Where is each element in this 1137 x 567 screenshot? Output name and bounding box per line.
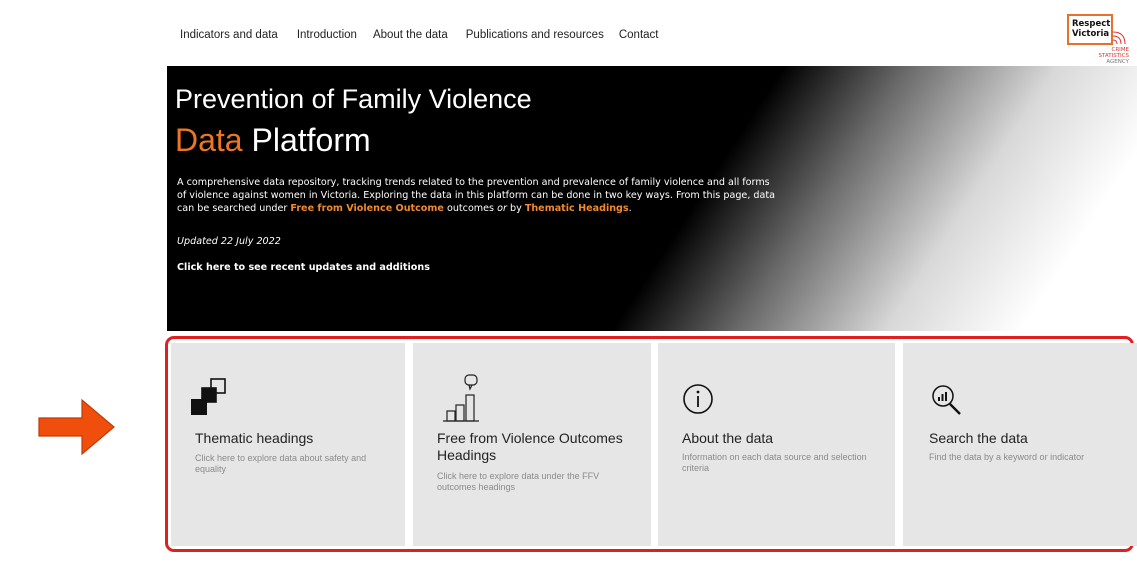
- nav-about-the-data[interactable]: About the data: [373, 29, 448, 41]
- card-description: Click here to explore data under the FFV…: [437, 471, 600, 492]
- card-about-the-data[interactable]: About the data Information on each data …: [658, 343, 895, 546]
- annotation-arrow-icon: [38, 398, 115, 456]
- card-description: Information on each data source and sele…: [682, 452, 867, 473]
- hero-desc-or: or: [497, 203, 507, 214]
- hero-title-line-1: Prevention of Family Violence: [175, 84, 532, 114]
- top-nav: Indicators and data Introduction About t…: [180, 29, 677, 41]
- stacked-squares-icon: [191, 378, 226, 415]
- search-chart-icon: [932, 385, 961, 415]
- card-title: About the data: [682, 430, 774, 446]
- hero-description: A comprehensive data repository, trackin…: [177, 176, 777, 215]
- hero-title-accent: Data: [175, 122, 243, 158]
- updated-date: Updated 22 July 2022: [177, 236, 281, 247]
- card-description: Find the data by a keyword or indicator: [929, 452, 1085, 462]
- card-thematic-headings[interactable]: Thematic headings Click here to explore …: [171, 343, 405, 546]
- info-icon: [683, 384, 713, 414]
- recent-updates-link[interactable]: Click here to see recent updates and add…: [177, 262, 430, 273]
- card-title: Free from Violence Outcomes Headings: [437, 430, 623, 463]
- card-search-the-data[interactable]: Search the data Find the data by a keywo…: [903, 343, 1137, 546]
- free-from-violence-outcome-link[interactable]: Free from Violence Outcome: [290, 203, 444, 214]
- logo-line-1: Respect: [1072, 19, 1111, 29]
- nav-introduction[interactable]: Introduction: [297, 29, 357, 41]
- hero-banner: Prevention of Family Violence Data Platf…: [167, 66, 1137, 331]
- card-title: Search the data: [929, 430, 1028, 446]
- card-description: Click here to explore data about safety …: [195, 453, 367, 474]
- hero-title-line-2: Data Platform: [175, 122, 371, 159]
- hero-desc-end: .: [628, 203, 632, 214]
- hero-desc-text-3: by: [506, 203, 525, 214]
- nav-publications-and-resources[interactable]: Publications and resources: [466, 29, 604, 41]
- logo-subtitle: CRIME STATISTICS AGENCY: [1069, 47, 1129, 65]
- nav-indicators-and-data[interactable]: Indicators and data: [180, 29, 278, 41]
- hero-title-rest: Platform: [242, 122, 371, 158]
- thematic-headings-link[interactable]: Thematic Headings: [525, 203, 629, 214]
- nav-contact[interactable]: Contact: [619, 29, 659, 41]
- logo-sub-3: AGENCY: [1106, 59, 1129, 65]
- card-title: Thematic headings: [195, 430, 314, 446]
- logo-line-2: Victoria: [1072, 29, 1110, 39]
- bar-chart-comment-icon: [443, 374, 479, 422]
- logo-box: Respect Victoria: [1067, 14, 1113, 45]
- hero-desc-text-2: outcomes: [443, 203, 498, 214]
- card-free-from-violence-outcomes[interactable]: Free from Violence Outcomes Headings Cli…: [413, 343, 651, 546]
